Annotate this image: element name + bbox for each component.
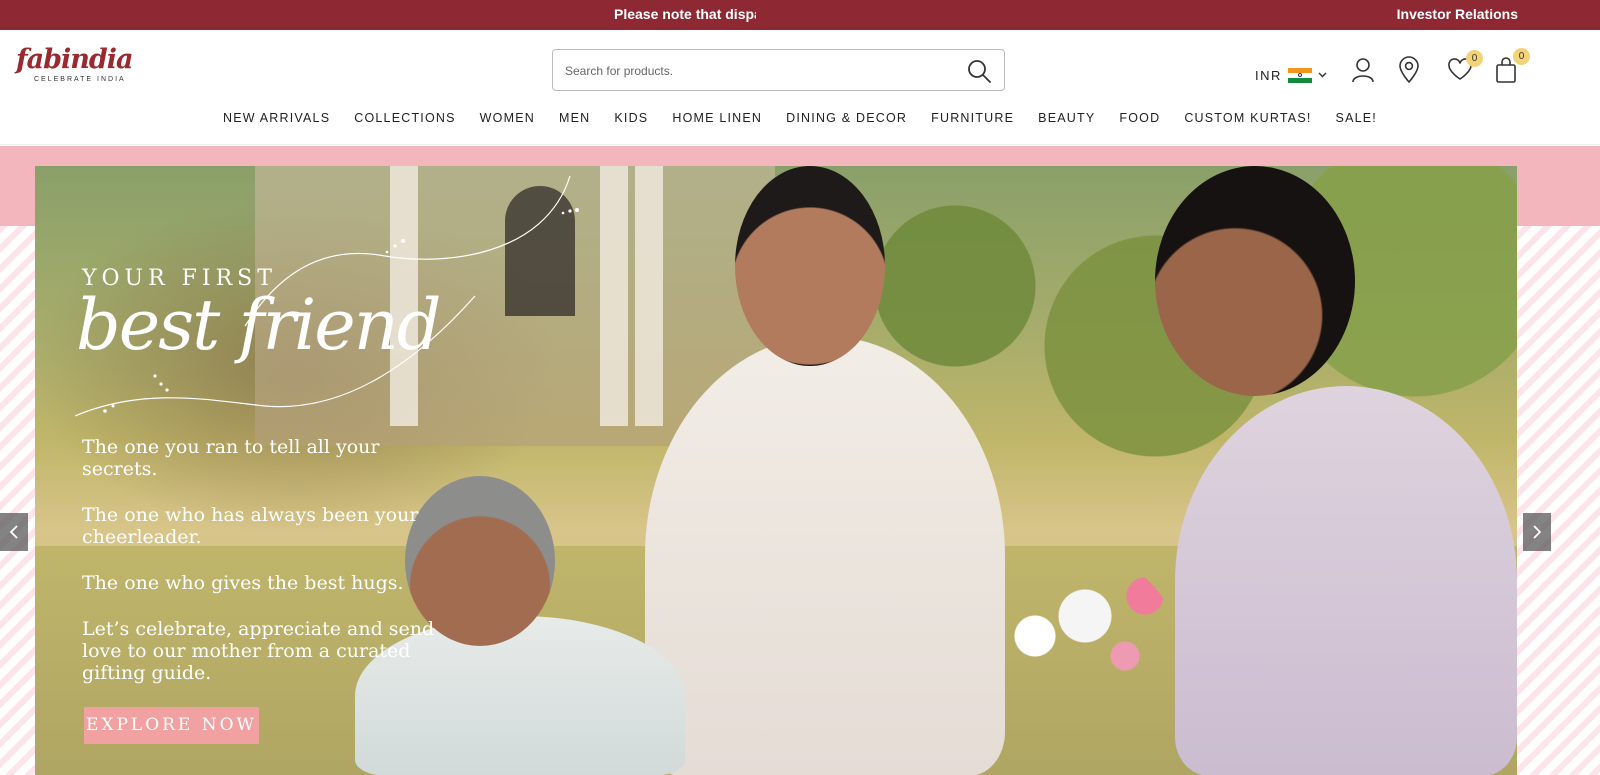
hero-line: The one you ran to tell all your secrets…: [82, 436, 380, 480]
currency-selector[interactable]: INR: [1255, 60, 1327, 90]
carousel-next-button[interactable]: [1523, 513, 1551, 551]
hero-script-title: best friend: [76, 284, 442, 366]
nav-item-women[interactable]: WOMEN: [480, 110, 535, 130]
nav-item-men[interactable]: MEN: [559, 110, 590, 130]
account-button[interactable]: [1350, 56, 1376, 84]
chevron-left-icon: [9, 525, 18, 539]
cart-count-badge: 0: [1513, 48, 1530, 65]
nav-item-furniture[interactable]: FURNITURE: [931, 110, 1014, 130]
brand-logo[interactable]: fabindia CELEBRATE INDIA: [16, 46, 136, 92]
user-icon: [1352, 58, 1374, 83]
store-locator-button[interactable]: [1397, 56, 1423, 84]
chevron-right-icon: [1533, 525, 1542, 539]
main-navigation: NEW ARRIVALS COLLECTIONS WOMEN MEN KIDS …: [0, 110, 1600, 130]
search-box: [552, 49, 1005, 91]
location-pin-icon: [1399, 56, 1419, 84]
banner-flower-vase: [995, 556, 1175, 726]
banner-pillar: [600, 166, 628, 426]
investor-relations-link[interactable]: Investor Relations: [1397, 6, 1518, 22]
banner-model-right-head: [1155, 166, 1355, 396]
search-icon: [968, 60, 991, 83]
banner-model-center: [645, 336, 1005, 775]
nav-item-dining-decor[interactable]: DINING & DECOR: [786, 110, 907, 130]
announcement-text: Please note that dispatch times may vary: [614, 6, 756, 22]
brand-name: fabindia: [16, 44, 134, 75]
hero-line: The one who gives the best hugs.: [82, 572, 404, 594]
nav-item-custom-kurtas[interactable]: CUSTOM KURTAS!: [1184, 110, 1311, 130]
hero-body-copy: The one you ran to tell all your secrets…: [82, 436, 442, 708]
nav-item-collections[interactable]: COLLECTIONS: [354, 110, 455, 130]
search-button[interactable]: [966, 58, 992, 84]
wishlist-button[interactable]: 0: [1447, 50, 1483, 86]
brand-tagline: CELEBRATE INDIA: [34, 76, 126, 83]
nav-item-sale[interactable]: SALE!: [1336, 110, 1377, 130]
search-input[interactable]: [565, 61, 945, 81]
wishlist-count-badge: 0: [1466, 50, 1483, 67]
announcement-bar: Please note that dispatch times may vary…: [0, 0, 1600, 30]
banner-model-right: [1175, 386, 1517, 775]
nav-item-beauty[interactable]: BEAUTY: [1038, 110, 1095, 130]
chevron-down-icon: [1318, 72, 1327, 78]
nav-item-kids[interactable]: KIDS: [614, 110, 648, 130]
hero-headline: YOUR FIRST best friend: [76, 266, 442, 363]
banner-pillar: [635, 166, 663, 426]
nav-item-home-linen[interactable]: HOME LINEN: [672, 110, 762, 130]
india-flag-icon: [1287, 67, 1312, 83]
currency-code: INR: [1255, 67, 1282, 83]
hero-line: The one who has always been your cheerle…: [82, 504, 419, 548]
cart-button[interactable]: 0: [1494, 48, 1530, 84]
explore-now-button[interactable]: EXPLORE NOW: [84, 707, 259, 744]
nav-item-food[interactable]: FOOD: [1119, 110, 1160, 130]
banner-model-center-head: [735, 166, 885, 366]
carousel-prev-button[interactable]: [0, 513, 28, 551]
hero-line: Let’s celebrate, appreciate and send lov…: [82, 618, 435, 684]
site-header: fabindia CELEBRATE INDIA INR: [0, 30, 1600, 145]
nav-item-new-arrivals[interactable]: NEW ARRIVALS: [223, 110, 330, 130]
